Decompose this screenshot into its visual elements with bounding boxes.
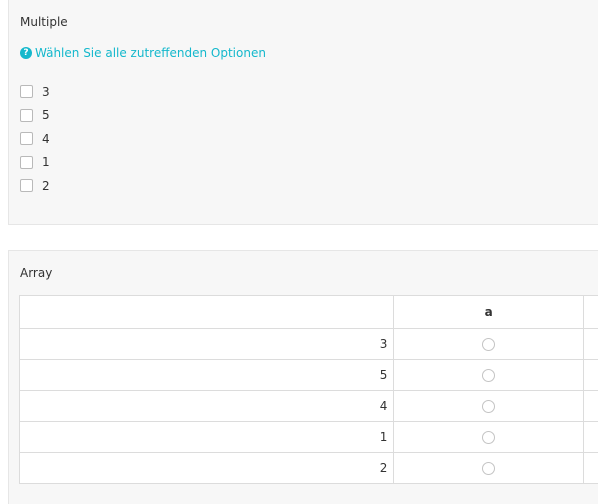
radio-cell[interactable] bbox=[393, 359, 585, 391]
checkbox[interactable] bbox=[20, 179, 33, 193]
table-header-row: a bbox=[18, 295, 598, 329]
row-label: 2 bbox=[18, 452, 395, 484]
checkbox-option[interactable]: 5 bbox=[20, 104, 50, 128]
checkbox-label[interactable]: 2 bbox=[42, 179, 50, 193]
checkbox-label[interactable]: 5 bbox=[42, 108, 50, 122]
extra-cell bbox=[583, 328, 598, 360]
extra-cell bbox=[583, 359, 598, 391]
checkbox[interactable] bbox=[20, 155, 33, 169]
table-row: 3 bbox=[18, 328, 598, 360]
radio-button[interactable] bbox=[482, 369, 496, 382]
checkbox[interactable] bbox=[20, 132, 33, 146]
question-title: Array bbox=[20, 266, 53, 280]
checkbox-label[interactable]: 3 bbox=[42, 85, 50, 99]
row-label: 5 bbox=[18, 359, 395, 391]
radio-cell[interactable] bbox=[393, 452, 585, 484]
radio-cell[interactable] bbox=[393, 421, 585, 453]
radio-button[interactable] bbox=[482, 462, 496, 475]
extra-cell bbox=[583, 452, 598, 484]
checkbox-option[interactable]: 1 bbox=[20, 151, 50, 175]
extra-cell bbox=[583, 421, 598, 453]
question-circle-icon: ? bbox=[20, 47, 32, 59]
checkbox[interactable] bbox=[20, 108, 33, 122]
question-multiple: Multiple ? Wählen Sie alle zutreffenden … bbox=[8, 0, 598, 225]
radio-button[interactable] bbox=[482, 338, 496, 351]
survey-page: Multiple ? Wählen Sie alle zutreffenden … bbox=[0, 0, 598, 504]
radio-button[interactable] bbox=[482, 400, 496, 413]
column-header-a: a bbox=[393, 295, 585, 329]
checkbox-list: 3 5 4 1 2 bbox=[20, 80, 50, 198]
question-title: Multiple bbox=[20, 15, 68, 29]
table-row: 4 bbox=[18, 390, 598, 422]
row-label: 1 bbox=[18, 421, 395, 453]
radio-button[interactable] bbox=[482, 431, 496, 444]
help-text-label: Wählen Sie alle zutreffenden Optionen bbox=[35, 46, 266, 60]
radio-cell[interactable] bbox=[393, 328, 585, 360]
checkbox-label[interactable]: 1 bbox=[42, 155, 50, 169]
checkbox[interactable] bbox=[20, 85, 33, 99]
column-header-empty bbox=[18, 295, 395, 329]
extra-cell bbox=[583, 390, 598, 422]
table-row: 5 bbox=[18, 359, 598, 391]
checkbox-option[interactable]: 4 bbox=[20, 127, 50, 151]
array-table: a 3 5 4 1 2 bbox=[18, 295, 598, 484]
help-text: ? Wählen Sie alle zutreffenden Optionen bbox=[20, 46, 266, 60]
radio-cell[interactable] bbox=[393, 390, 585, 422]
row-label: 4 bbox=[18, 390, 395, 422]
checkbox-label[interactable]: 4 bbox=[42, 132, 50, 146]
column-header-extra bbox=[583, 295, 598, 329]
row-label: 3 bbox=[18, 328, 395, 360]
checkbox-option[interactable]: 3 bbox=[20, 80, 50, 104]
checkbox-option[interactable]: 2 bbox=[20, 174, 50, 198]
table-row: 2 bbox=[18, 452, 598, 484]
question-array: Array a 3 5 4 1 2 bbox=[8, 250, 598, 504]
table-row: 1 bbox=[18, 421, 598, 453]
